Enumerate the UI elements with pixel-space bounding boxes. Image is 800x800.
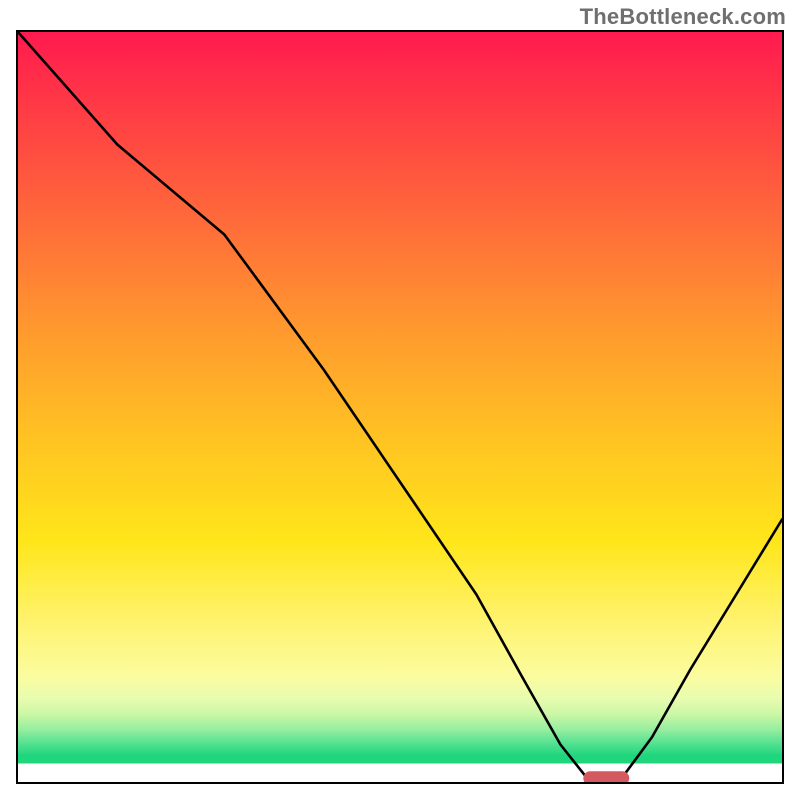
- curve-svg: [18, 32, 782, 782]
- optimum-marker: [583, 771, 629, 782]
- watermark-text: TheBottleneck.com: [580, 4, 786, 30]
- plot-area: [16, 30, 784, 784]
- bottleneck-curve: [18, 32, 782, 778]
- chart-frame: TheBottleneck.com: [0, 0, 800, 800]
